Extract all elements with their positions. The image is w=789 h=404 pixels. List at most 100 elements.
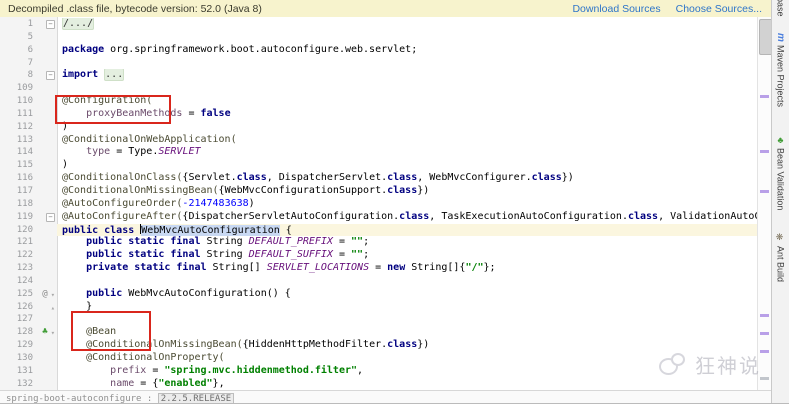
tool-tab-label: base — [775, 0, 786, 17]
code-line[interactable]: 127 — [0, 313, 758, 326]
gutter-cell — [33, 262, 57, 275]
code-editor[interactable]: 1−/.../5 6 package org.springframework.boo… — [0, 17, 772, 390]
error-stripe-mark[interactable] — [760, 377, 769, 380]
code-token: , WebMvcConfigurer. — [417, 172, 532, 184]
code-line[interactable]: 1 −/.../ — [0, 18, 758, 31]
error-stripe-mark[interactable] — [760, 332, 769, 335]
error-stripe-mark[interactable] — [760, 314, 769, 317]
gutter-cell — [33, 31, 57, 44]
code-token: ; — [363, 236, 370, 248]
editor-scrollbar[interactable] — [757, 17, 772, 390]
code-text: package org.springframework.boot.autocon… — [57, 44, 758, 57]
choose-sources-link[interactable]: Choose Sources... — [676, 3, 762, 15]
tool-tab-database[interactable]: base — [772, 0, 789, 17]
code-line[interactable]: 115) — [0, 159, 758, 172]
spring-bean-icon[interactable]: ♣ — [42, 327, 47, 337]
code-line[interactable]: 5 — [0, 31, 758, 44]
gutter-cell: − — [33, 18, 57, 31]
code-token: /.../ — [62, 18, 95, 30]
tool-tab-label: Maven Projects — [775, 44, 786, 107]
tool-tab-maven-projects[interactable]: m Maven Projects — [772, 33, 789, 107]
code-token: = — [369, 262, 388, 274]
gutter-cell — [33, 378, 57, 390]
code-text: public class WebMvcAutoConfiguration { — [57, 223, 758, 237]
code-line[interactable]: 126 ▴ } — [0, 301, 758, 314]
code-token: class — [531, 172, 562, 184]
code-line[interactable]: 132 name = {"enabled"}, — [0, 378, 758, 390]
code-token: = — [182, 107, 201, 119]
code-token: , — [357, 364, 364, 376]
ant-icon: ❋ — [775, 233, 786, 243]
line-number: 8 — [27, 70, 33, 81]
line-number: 120 — [16, 224, 33, 235]
code-token: type — [86, 146, 111, 158]
code-text: public WebMvcAutoConfiguration() { — [57, 288, 758, 301]
line-number: 110 — [16, 96, 33, 107]
bean-validation-icon: ♣ — [775, 135, 786, 145]
code-token: = — [332, 249, 352, 261]
gutter-cell — [33, 95, 57, 108]
fold-marker[interactable]: − — [46, 212, 55, 222]
code-line[interactable]: 125 @ ▾ public WebMvcAutoConfiguration() { — [0, 288, 758, 301]
code-line[interactable]: 116 @ConditionalOnClass({Servlet.class, D… — [0, 172, 758, 185]
code-token: "enabled" — [158, 377, 213, 389]
code-token: ) — [248, 197, 255, 209]
override-at-icon[interactable]: @ — [42, 289, 47, 299]
tool-tab-ant-build[interactable]: ❋ Ant Build — [772, 233, 789, 282]
code-text: @ConditionalOnMissingBean({HiddenHttpMet… — [57, 339, 758, 352]
code-token: String[]{ — [405, 262, 466, 274]
code-line[interactable]: 129 @ConditionalOnMissingBean({HiddenHtt… — [0, 339, 758, 352]
code-token: }; — [483, 262, 496, 274]
error-stripe-mark[interactable] — [760, 350, 769, 353]
code-token: public class — [62, 224, 135, 236]
code-token: ; — [363, 249, 370, 261]
code-line[interactable]: 6 package org.springframework.boot.autoco… — [0, 44, 758, 57]
code-line[interactable]: 128 ♣ ▾ @Bean — [0, 326, 758, 339]
code-line[interactable]: 131 prefix = "spring.mvc.hiddenmethod.fi… — [0, 365, 758, 378]
line-number: 130 — [16, 352, 33, 363]
code-line[interactable]: 111 proxyBeanMethods = false — [0, 108, 758, 121]
code-token: } — [62, 300, 93, 312]
error-stripe-mark[interactable] — [760, 95, 769, 98]
code-line[interactable]: 120 public class WebMvcAutoConfiguration … — [0, 223, 758, 237]
code-line[interactable]: 113 @ConditionalOnWebApplication( — [0, 134, 758, 147]
line-number: 121 — [16, 237, 33, 248]
error-stripe-mark[interactable] — [760, 150, 769, 153]
code-line[interactable]: 114 type = Type.SERVLET — [0, 146, 758, 159]
code-line[interactable]: 122 public static final String DEFAULT_S… — [0, 249, 758, 262]
code-token: , ValidationAutoCon — [658, 210, 758, 222]
fold-marker[interactable]: ▴ — [51, 302, 55, 314]
download-sources-link[interactable]: Download Sources — [572, 3, 660, 15]
code-token: }) — [417, 339, 430, 351]
code-token: ... — [104, 69, 125, 82]
code-line[interactable]: 110 @Configuration( — [0, 95, 758, 108]
code-line[interactable]: 124 — [0, 275, 758, 288]
code-line[interactable]: 121 public static final String DEFAULT_P… — [0, 236, 758, 249]
code-line[interactable]: 112) — [0, 121, 758, 134]
code-token: public — [86, 287, 123, 299]
code-text: ) — [57, 159, 758, 172]
code-token: new — [387, 262, 406, 274]
fold-marker[interactable]: ▾ — [51, 289, 55, 301]
fold-marker[interactable]: ▾ — [51, 327, 55, 339]
code-token: @ConditionalOnMissingBean( — [62, 184, 219, 196]
code-line[interactable]: 123 private static final String[] SERVLE… — [0, 262, 758, 275]
code-line[interactable]: 119 − @AutoConfigureAfter({DispatcherServl… — [0, 211, 758, 224]
code-text: @ConditionalOnWebApplication( — [57, 134, 758, 147]
fold-marker[interactable]: − — [46, 20, 55, 29]
code-line[interactable]: 117 @ConditionalOnMissingBean({WebMvcConf… — [0, 185, 758, 198]
error-stripe-mark[interactable] — [760, 190, 769, 193]
code-line[interactable]: 7 — [0, 57, 758, 70]
line-number: 7 — [27, 57, 33, 68]
fold-marker[interactable]: − — [46, 71, 55, 81]
code-token: @ConditionalOnWebApplication( — [62, 133, 237, 145]
code-line[interactable]: 8 − import ... — [0, 69, 758, 82]
code-token: = { — [134, 377, 159, 389]
code-line[interactable]: 130 @ConditionalOnProperty( — [0, 352, 758, 365]
tool-tab-bean-validation[interactable]: ♣ Bean Validation — [772, 135, 789, 210]
code-line[interactable]: 109 — [0, 82, 758, 95]
code-line[interactable]: 118 @AutoConfigureOrder(-2147483638) — [0, 198, 758, 211]
